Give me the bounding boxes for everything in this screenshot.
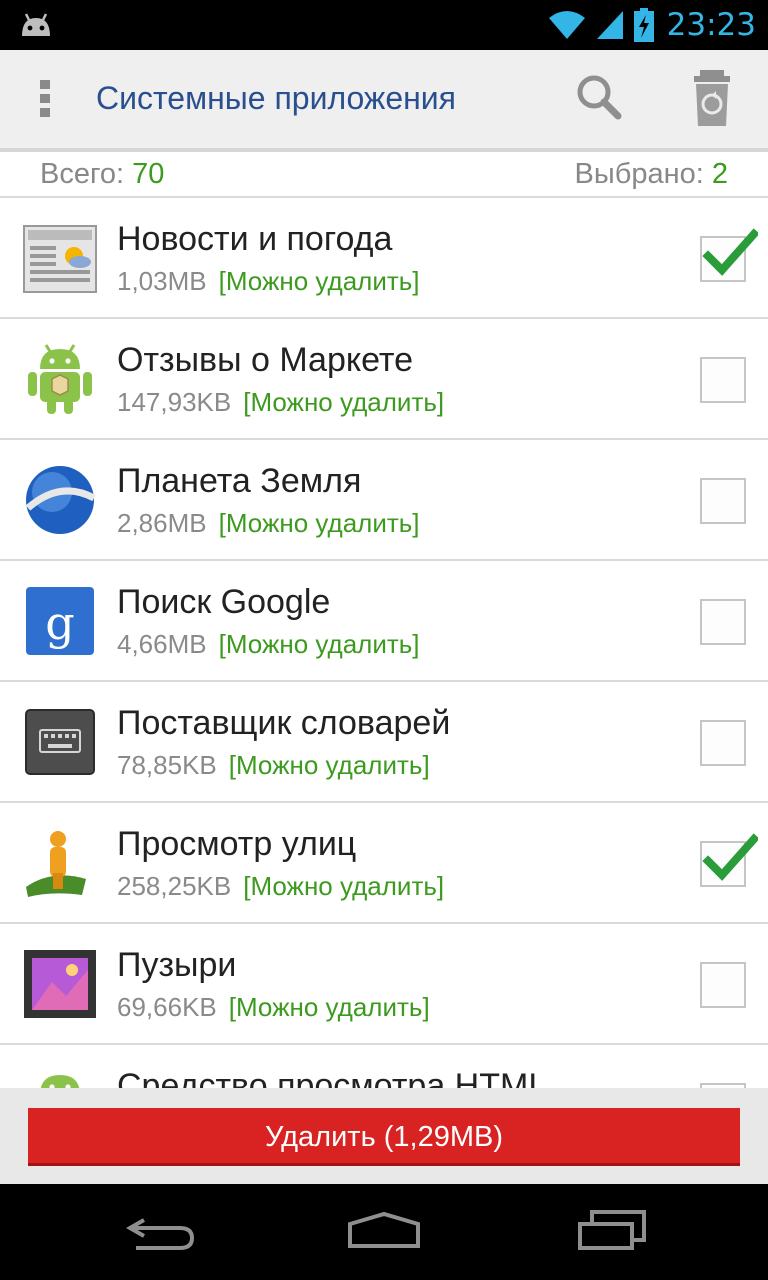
app-meta: 4,66MB [Можно удалить] xyxy=(117,629,420,660)
wifi-icon xyxy=(548,11,585,39)
app-size: 2,86MB xyxy=(117,508,207,538)
selected-value: 2 xyxy=(711,158,728,190)
list-item[interactable]: g Поиск Google 4,66MB [Можно удалить] xyxy=(0,561,768,682)
wallpaper-icon xyxy=(24,950,96,1018)
app-size: 78,85KB xyxy=(117,750,217,780)
app-list-container[interactable]: Всего: 70 Выбрано: 2 Новости и погода 1,… xyxy=(0,152,768,1088)
app-size: 147,93KB xyxy=(117,387,232,417)
status-bar: 23:23 xyxy=(0,0,768,50)
select-checkbox[interactable] xyxy=(700,478,746,524)
list-item[interactable]: Пузыри 69,66KB [Можно удалить] xyxy=(0,924,768,1045)
google-earth-icon xyxy=(25,466,96,534)
app-tag: [Можно удалить] xyxy=(243,871,445,901)
recycle-bin-icon[interactable] xyxy=(684,68,740,130)
battery-charging-icon xyxy=(633,8,654,42)
select-checkbox[interactable] xyxy=(700,962,746,1008)
app-name: Новости и погода xyxy=(117,220,393,258)
select-checkbox[interactable] xyxy=(700,357,746,403)
list-item[interactable]: Поставщик словарей 78,85KB [Можно удалить… xyxy=(0,682,768,803)
app-tag: [Можно удалить] xyxy=(218,629,420,659)
app-tag: [Можно удалить] xyxy=(228,992,430,1022)
list-item[interactable]: Планета Земля 2,86MB [Можно удалить] xyxy=(0,440,768,561)
android-icon xyxy=(22,13,50,36)
total-value: 70 xyxy=(132,158,165,190)
select-checkbox[interactable] xyxy=(700,720,746,766)
recent-apps-icon[interactable] xyxy=(574,1206,654,1258)
home-icon[interactable] xyxy=(344,1206,424,1258)
list-item[interactable]: Средство просмотра HTML xyxy=(0,1045,768,1088)
select-checkbox[interactable] xyxy=(700,599,746,645)
app-size: 4,66MB xyxy=(117,629,207,659)
total-count: Всего: 70 xyxy=(40,158,164,191)
list-item[interactable]: Отзывы о Маркете 147,93KB [Можно удалить] xyxy=(0,319,768,440)
summary-bar: Всего: 70 Выбрано: 2 xyxy=(0,152,768,198)
checkmark-icon xyxy=(702,833,758,881)
svg-text:g: g xyxy=(45,596,74,650)
signal-icon xyxy=(596,11,623,39)
app-meta: 147,93KB [Можно удалить] xyxy=(117,387,444,418)
select-checkbox[interactable] xyxy=(700,833,758,887)
list-item[interactable]: Просмотр улиц 258,25KB [Можно удалить] xyxy=(0,803,768,924)
back-icon[interactable] xyxy=(122,1206,202,1258)
app-name: Отзывы о Маркете xyxy=(117,341,414,379)
app-meta: 69,66KB [Можно удалить] xyxy=(117,992,430,1023)
app-name: Средство просмотра HTML xyxy=(117,1067,548,1088)
select-checkbox[interactable] xyxy=(700,228,758,282)
app-meta: 2,86MB [Можно удалить] xyxy=(117,508,420,539)
app-name: Поставщик словарей xyxy=(117,704,451,742)
app-meta: 258,25KB [Можно удалить] xyxy=(117,871,444,902)
selected-label: Выбрано: xyxy=(574,158,704,190)
app-name: Планета Земля xyxy=(117,462,362,500)
app-meta: 1,03MB [Можно удалить] xyxy=(117,266,420,297)
total-label: Всего: xyxy=(40,158,125,190)
app-size: 1,03MB xyxy=(117,266,207,296)
news-weather-icon xyxy=(23,225,97,293)
app-name: Пузыри xyxy=(117,946,237,984)
overflow-menu-icon[interactable] xyxy=(30,78,64,120)
app-tag: [Можно удалить] xyxy=(218,508,420,538)
app-name: Просмотр улиц xyxy=(117,825,357,863)
app-tag: [Можно удалить] xyxy=(218,266,420,296)
street-view-icon xyxy=(26,831,86,897)
app-size: 69,66KB xyxy=(117,992,217,1022)
list-item[interactable]: Новости и погода 1,03MB [Можно удалить] xyxy=(0,198,768,319)
android-package-icon xyxy=(28,344,92,414)
clock: 23:23 xyxy=(666,7,756,43)
app-meta: 78,85KB [Можно удалить] xyxy=(117,750,430,781)
navigation-bar xyxy=(0,1184,768,1280)
selected-count: Выбрано: 2 xyxy=(575,158,728,191)
keyboard-icon xyxy=(25,709,95,775)
checkmark-icon xyxy=(702,228,758,276)
app-tag: [Можно удалить] xyxy=(228,750,430,780)
app-name: Поиск Google xyxy=(117,583,331,621)
bottom-action-bar: Удалить (1,29MB) xyxy=(0,1088,768,1184)
search-icon[interactable] xyxy=(572,70,630,128)
page-title: Системные приложения xyxy=(96,80,456,116)
action-bar: Системные приложения xyxy=(0,50,768,148)
app-size: 258,25KB xyxy=(117,871,232,901)
app-tag: [Можно удалить] xyxy=(243,387,445,417)
google-search-icon: g xyxy=(26,587,94,655)
android-icon xyxy=(40,1075,80,1088)
delete-button[interactable]: Удалить (1,29MB) xyxy=(28,1108,740,1166)
